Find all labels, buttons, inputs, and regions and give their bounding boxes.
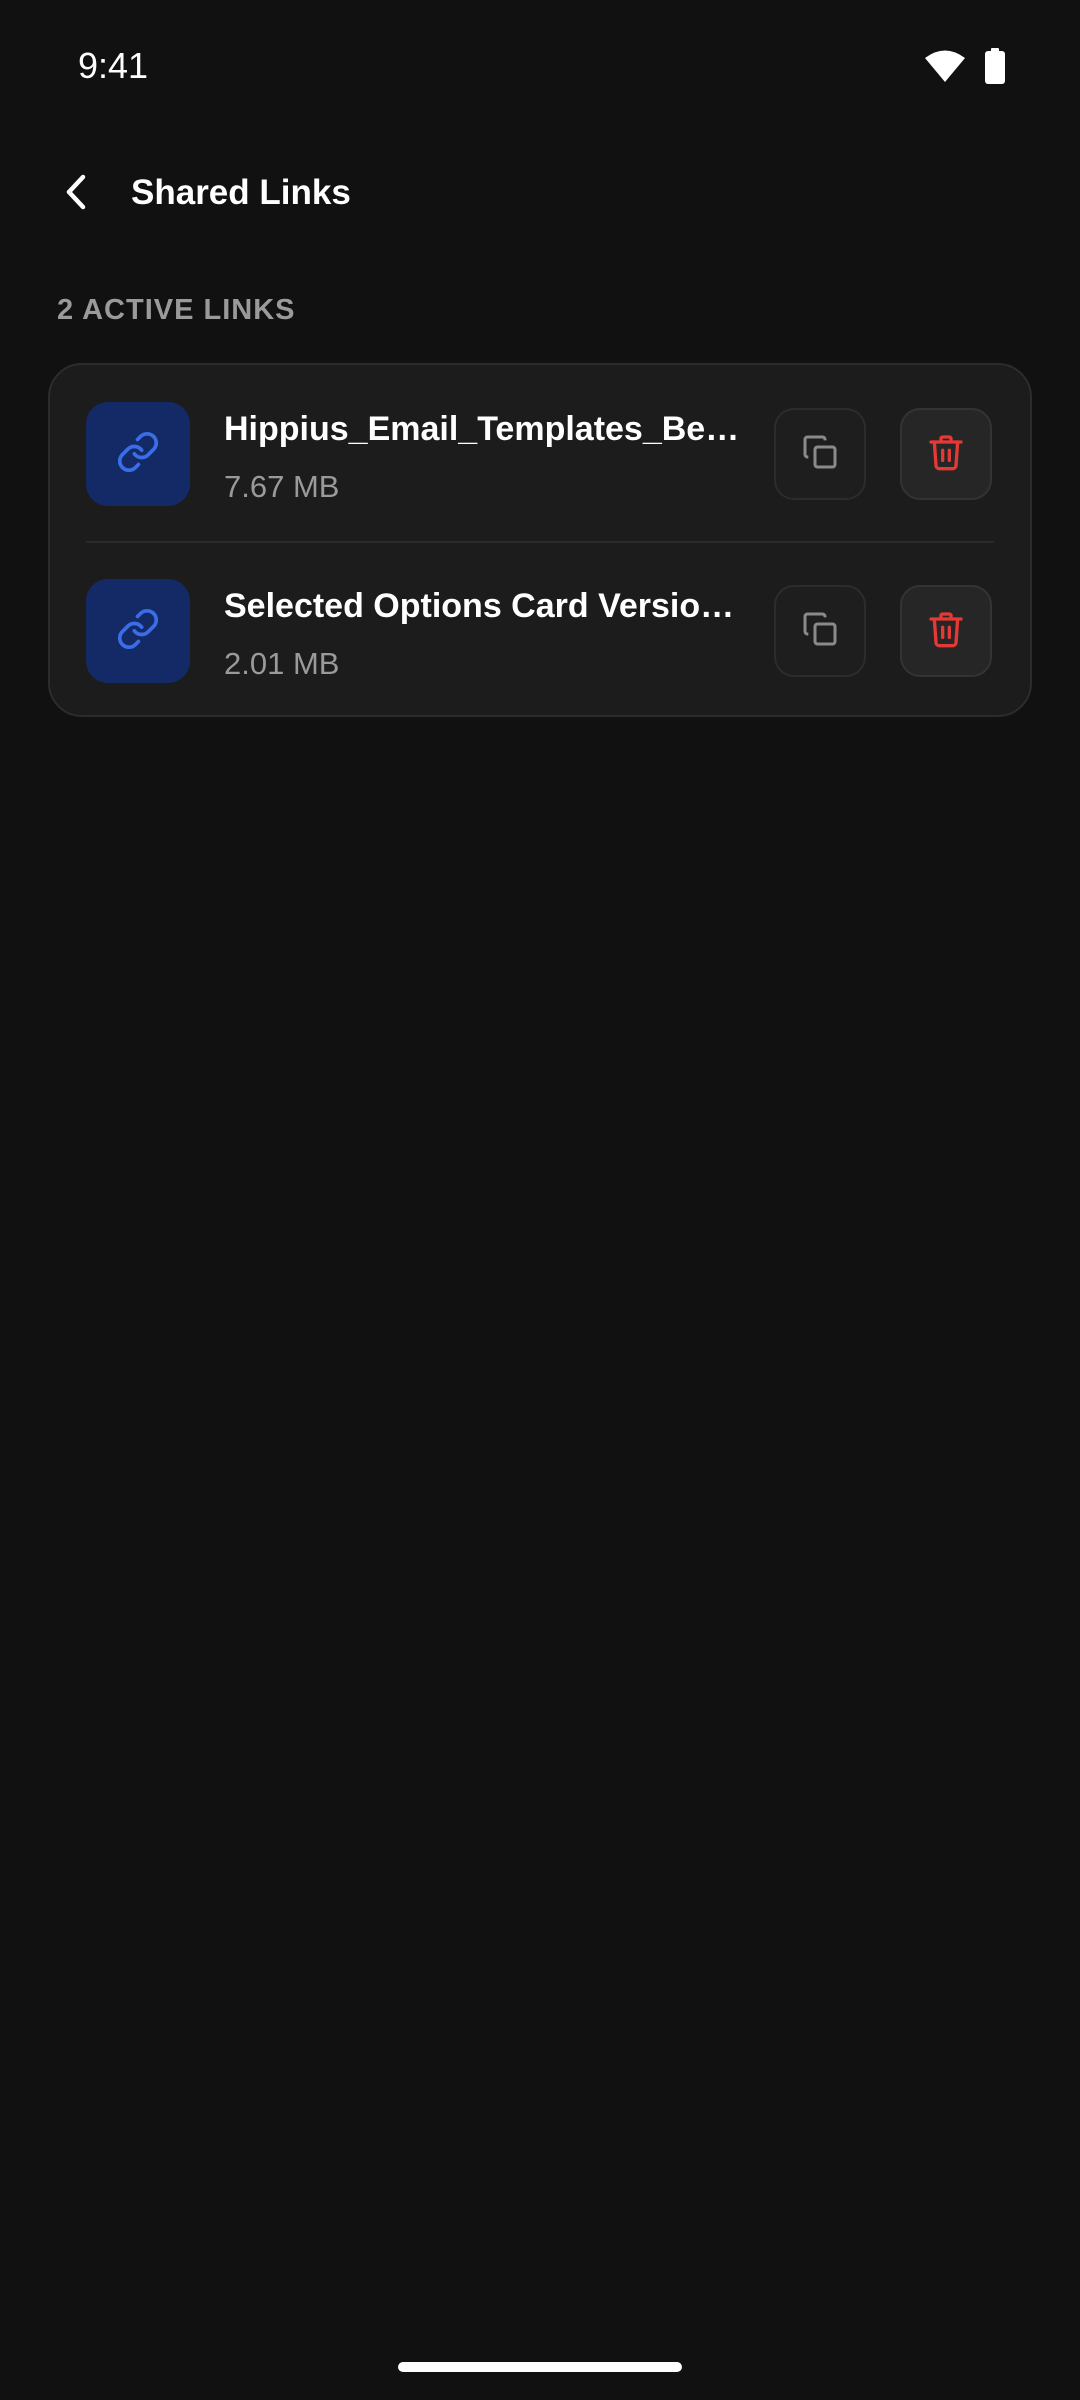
home-indicator[interactable]: [398, 2362, 682, 2372]
delete-link-button[interactable]: [900, 585, 992, 677]
status-time: 9:41: [78, 45, 149, 86]
link-file-size: 7.67 MB: [224, 469, 340, 504]
shared-links-list: Hippius_Email_Templates_Bef... 7.67 MB S…: [48, 363, 1032, 717]
status-bar: 9:41: [0, 0, 1080, 130]
shared-link-item[interactable]: Hippius_Email_Templates_Bef... 7.67 MB: [50, 365, 1030, 541]
delete-link-button[interactable]: [900, 408, 992, 500]
copy-icon: [800, 609, 840, 654]
link-file-size: 2.01 MB: [224, 646, 340, 681]
shared-link-item[interactable]: Selected Options Card Version... 2.01 MB: [50, 542, 1030, 718]
link-icon: [116, 607, 160, 656]
section-label: 2 ACTIVE LINKS: [57, 294, 296, 326]
link-icon: [116, 430, 160, 479]
chevron-left-icon: [61, 172, 91, 217]
link-file-name: Selected Options Card Version...: [224, 587, 744, 625]
wifi-icon: [924, 49, 966, 88]
top-app-bar: Shared Links: [0, 150, 1080, 238]
copy-link-button[interactable]: [774, 585, 866, 677]
trash-icon: [926, 432, 966, 477]
link-icon-container: [86, 402, 190, 506]
link-icon-container: [86, 579, 190, 683]
battery-icon: [984, 48, 1006, 89]
page-title: Shared Links: [131, 173, 351, 212]
status-icons: [924, 48, 1006, 89]
link-file-name: Hippius_Email_Templates_Bef...: [224, 410, 744, 448]
copy-link-button[interactable]: [774, 408, 866, 500]
copy-icon: [800, 432, 840, 477]
trash-icon: [926, 609, 966, 654]
back-button[interactable]: [44, 162, 108, 226]
